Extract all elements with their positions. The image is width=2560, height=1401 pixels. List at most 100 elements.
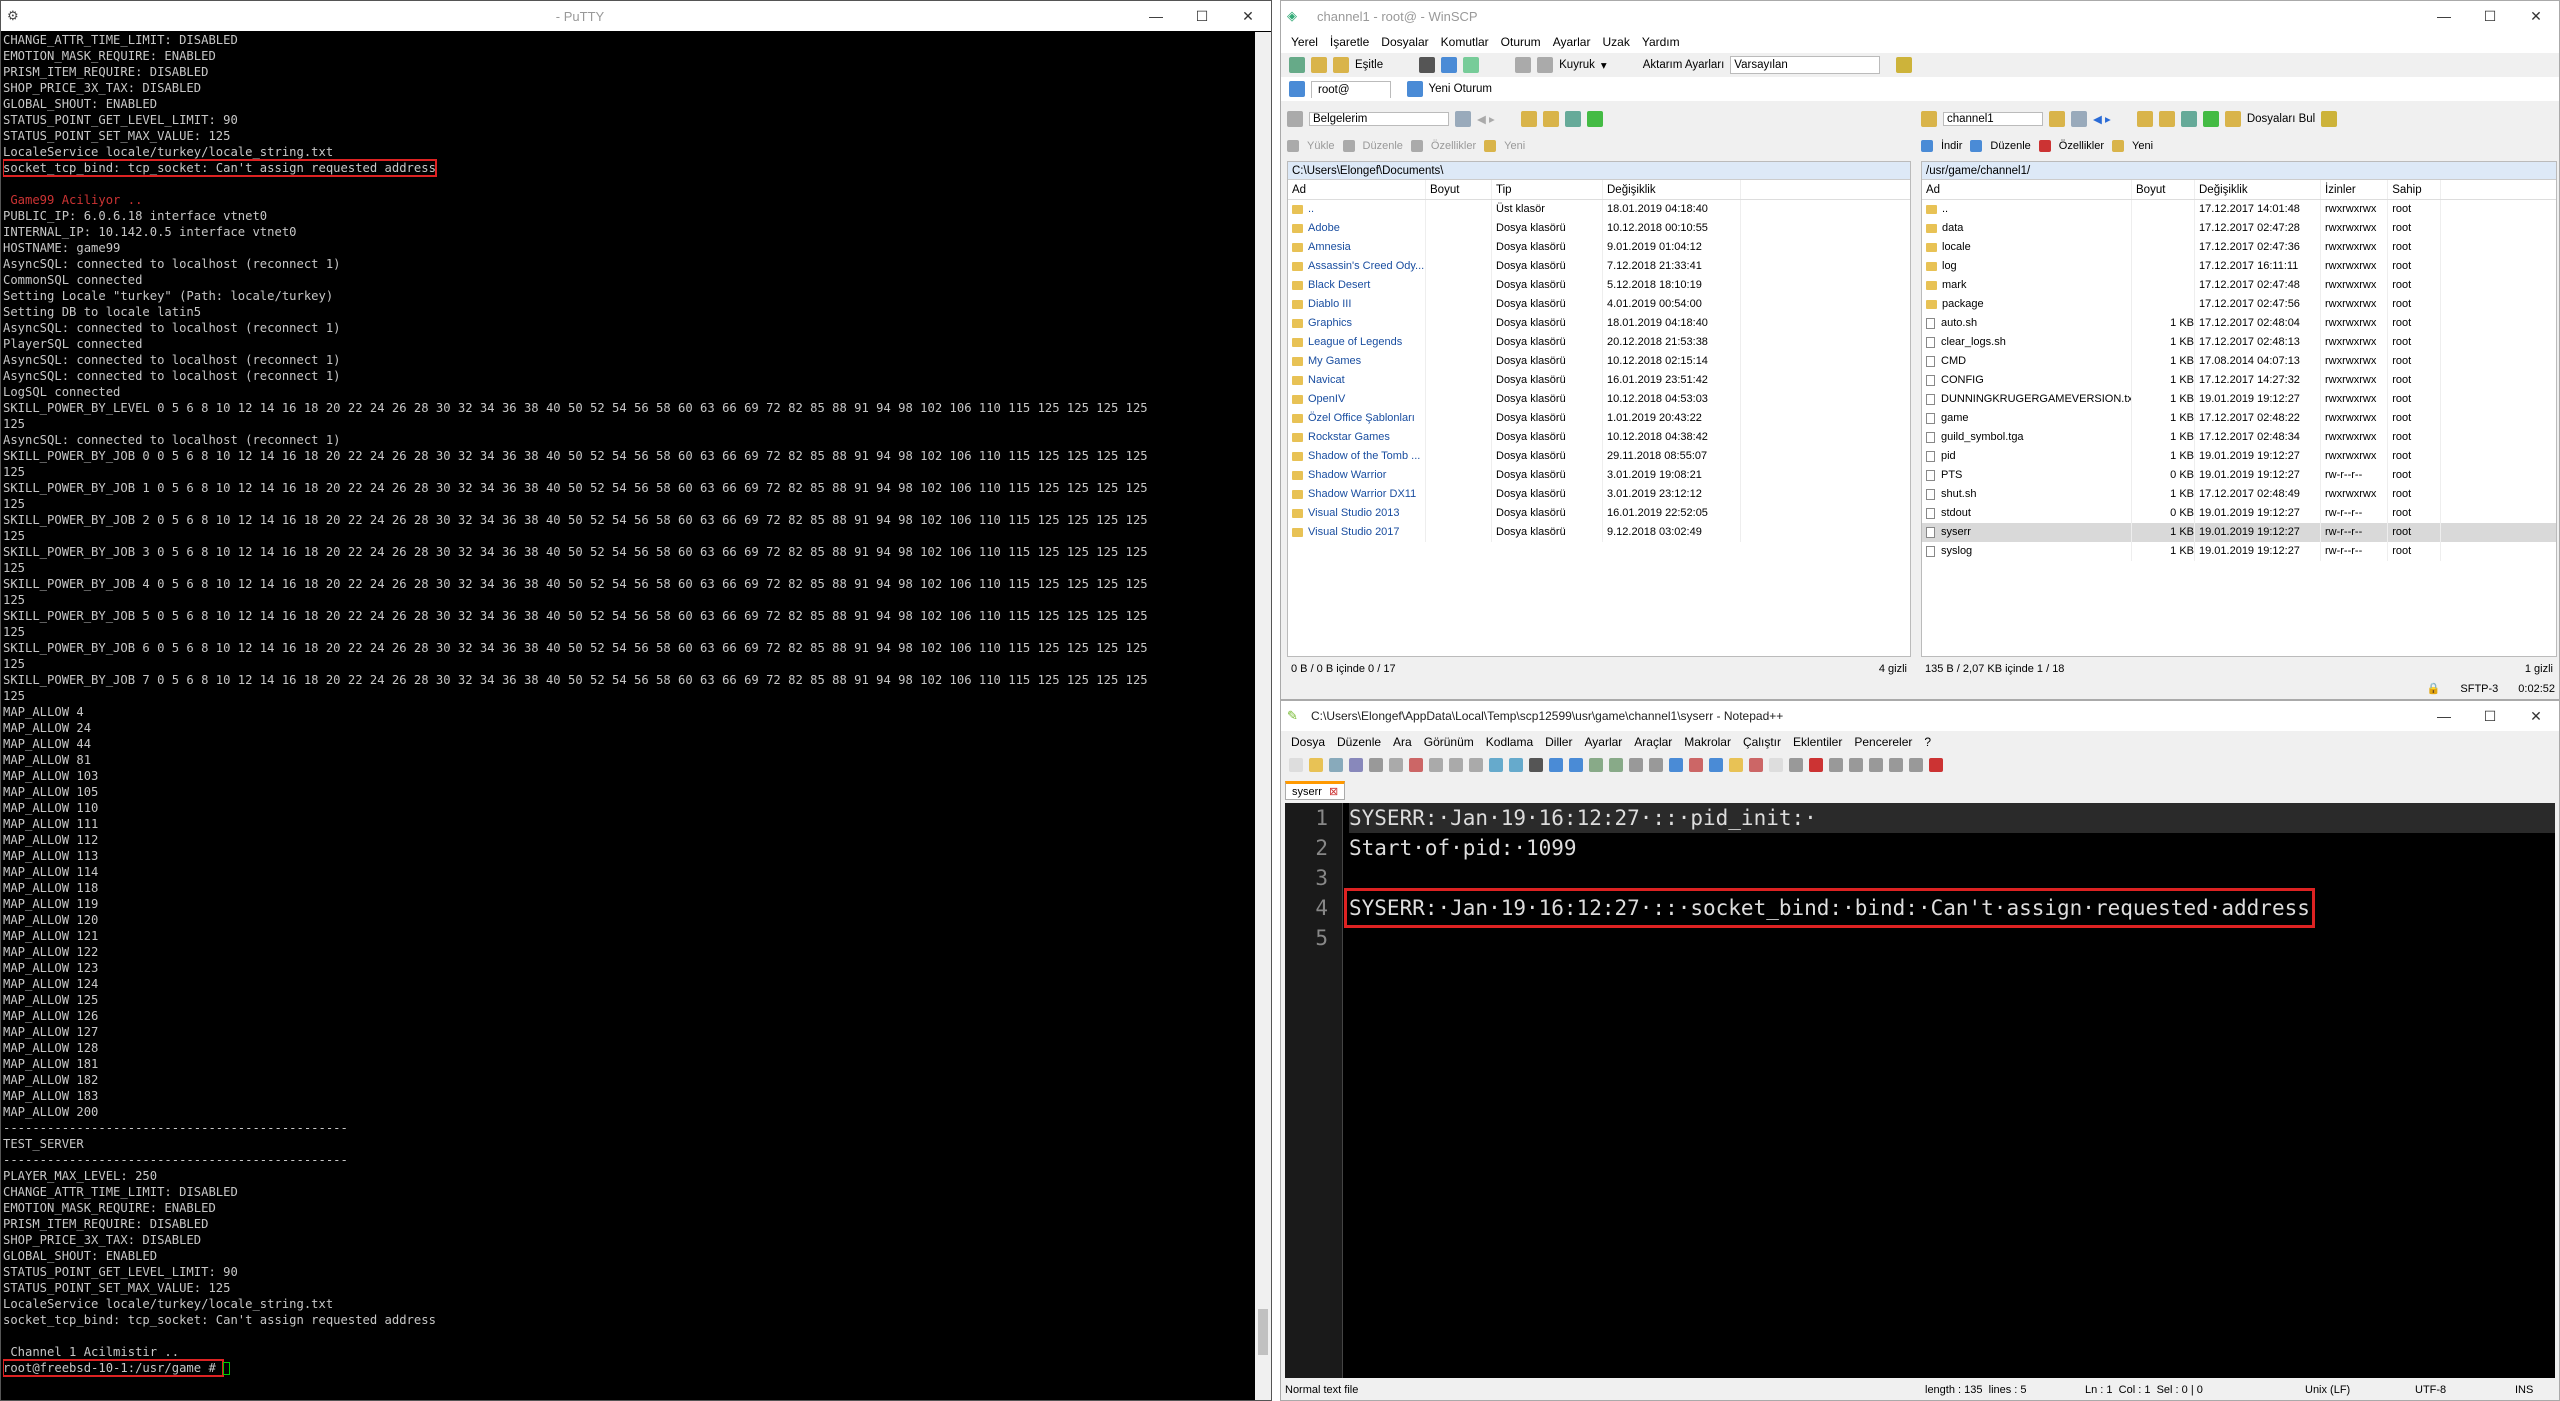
right-file-list[interactable]: .. 17.12.2017 14:01:48 rwxrwxrwx root data 17… — [1922, 200, 2556, 561]
filter-icon[interactable] — [1455, 111, 1471, 127]
toolbar-icon[interactable] — [1689, 758, 1703, 772]
list-item[interactable]: Graphics Dosya klasörü 18.01.2019 04:18:40 — [1288, 314, 1910, 333]
home-icon[interactable] — [1564, 111, 1581, 127]
toolbar-icon[interactable] — [1629, 758, 1643, 772]
list-item[interactable]: My Games Dosya klasörü 10.12.2018 02:15:14 — [1288, 352, 1910, 371]
list-item[interactable]: data 17.12.2017 02:47:28 rwxrwxrwx root — [1922, 219, 2556, 238]
list-item[interactable]: Özel Office Şablonları Dosya klasörü 1.01.… — [1288, 409, 1910, 428]
list-item[interactable]: Shadow of the Tomb ... Dosya klasörü 29.11… — [1288, 447, 1910, 466]
toolbar-icon[interactable] — [1729, 758, 1743, 772]
list-item[interactable]: .. Üst klasör 18.01.2019 04:18:40 — [1288, 200, 1910, 219]
putty-icon[interactable] — [1441, 57, 1458, 73]
parent-dir-icon[interactable] — [2136, 111, 2153, 127]
back-icon[interactable]: ◀ ▸ — [2093, 112, 2111, 126]
menu-item[interactable]: Kodlama — [1486, 735, 1533, 749]
left-action-0[interactable]: Yükle — [1307, 140, 1335, 152]
toolbar-icon[interactable] — [1469, 758, 1483, 772]
list-item[interactable]: Black Desert Dosya klasörü 5.12.2018 18:10… — [1288, 276, 1910, 295]
list-item[interactable]: Shadow Warrior DX11 Dosya klasörü 3.01.201… — [1288, 485, 1910, 504]
list-item[interactable]: stdout 0 KB 19.01.2019 19:12:27 rw-r--r-- ro… — [1922, 504, 2556, 523]
toolbar-icon[interactable] — [1789, 758, 1803, 772]
compare-icon[interactable] — [1333, 57, 1349, 73]
toolbar-icon[interactable] — [1829, 758, 1843, 772]
toolbar-icon[interactable] — [1369, 758, 1383, 772]
list-item[interactable]: League of Legends Dosya klasörü 20.12.2018… — [1288, 333, 1910, 352]
toolbar-icon[interactable] — [1329, 758, 1343, 772]
list-item[interactable]: Navicat Dosya klasörü 16.01.2019 23:51:42 — [1288, 371, 1910, 390]
refresh-icon[interactable] — [2202, 111, 2219, 127]
list-item[interactable]: PTS 0 KB 19.01.2019 19:12:27 rw-r--r-- root — [1922, 466, 2556, 485]
right-action-2[interactable]: Özellikler — [2059, 140, 2104, 152]
menu-item[interactable]: Ara — [1393, 735, 1412, 749]
refresh-icon[interactable] — [1586, 111, 1603, 127]
right-action-1[interactable]: Düzenle — [1990, 140, 2030, 152]
maximize-icon[interactable]: ☐ — [2467, 1, 2513, 31]
menu-item[interactable]: Dosyalar — [1381, 35, 1428, 49]
list-item[interactable]: DUNNINGKRUGERGAMEVERSION.txt 1 KB 19.01.20… — [1922, 390, 2556, 409]
toolbar-icon[interactable] — [1529, 758, 1543, 772]
toolbar-icon[interactable] — [1649, 758, 1663, 772]
tab-session[interactable]: root@ — [1311, 80, 1391, 98]
code-area[interactable]: SYSERR:·Jan·19·16:12:27·::·pid_init:· Sta… — [1344, 803, 2555, 953]
minimize-icon[interactable]: — — [2421, 701, 2467, 731]
list-item[interactable]: syserr 1 KB 19.01.2019 19:12:27 rw-r--r-- ro… — [1922, 523, 2556, 542]
gear-icon[interactable] — [1515, 57, 1532, 73]
list-item[interactable]: package 17.12.2017 02:47:56 rwxrwxrwx root — [1922, 295, 2556, 314]
column-header[interactable]: Değişiklik — [2195, 180, 2321, 199]
code-line[interactable] — [1349, 863, 2555, 893]
root-dir-icon[interactable] — [2158, 111, 2175, 127]
list-item[interactable]: Assassin's Creed Ody... Dosya klasörü 7.12… — [1288, 257, 1910, 276]
toolbar-icon[interactable] — [1889, 758, 1903, 772]
close-icon[interactable]: ✕ — [2513, 701, 2559, 731]
menu-item[interactable]: Oturum — [1501, 35, 1541, 49]
toolbar-icon[interactable] — [1389, 758, 1403, 772]
toolbar-icon[interactable] — [1569, 758, 1583, 772]
maximize-icon[interactable]: ☐ — [1179, 1, 1225, 31]
list-item[interactable]: auto.sh 1 KB 17.12.2017 02:48:04 rwxrwxrwx r… — [1922, 314, 2556, 333]
column-header[interactable]: Değişiklik — [1603, 180, 1741, 199]
toolbar-icon[interactable] — [1589, 758, 1603, 772]
toolbar-icon[interactable] — [1349, 758, 1363, 772]
toolbar-icon[interactable] — [1289, 758, 1303, 772]
menu-item[interactable]: İşaretle — [1330, 35, 1369, 49]
toolbar-icon[interactable] — [1709, 758, 1723, 772]
menu-item[interactable]: Komutlar — [1441, 35, 1489, 49]
toolbar-icon[interactable] — [1869, 758, 1883, 772]
tab-syserr[interactable]: syserr ⊠ — [1285, 780, 1346, 800]
left-action-1[interactable]: Düzenle — [1363, 140, 1403, 152]
queue-button[interactable]: Kuyruk — [1559, 59, 1595, 71]
npp-editor[interactable]: 12345 SYSERR:·Jan·19·16:12:27·::·pid_ini… — [1285, 803, 2555, 1378]
menu-item[interactable]: Ayarlar — [1584, 735, 1622, 749]
close-icon[interactable]: ✕ — [2513, 1, 2559, 31]
toolbar-icon[interactable] — [1609, 758, 1623, 772]
toolbar-icon[interactable] — [1549, 758, 1563, 772]
list-item[interactable]: locale 17.12.2017 02:47:36 rwxrwxrwx root — [1922, 238, 2556, 257]
menu-item[interactable]: Uzak — [1602, 35, 1629, 49]
menu-item[interactable]: Düzenle — [1337, 735, 1381, 749]
list-item[interactable]: log 17.12.2017 16:11:11 rwxrwxrwx root — [1922, 257, 2556, 276]
folder-icon[interactable] — [1311, 57, 1327, 73]
list-item[interactable]: Rockstar Games Dosya klasörü 10.12.2018 04… — [1288, 428, 1910, 447]
toolbar-icon[interactable] — [1449, 758, 1463, 772]
list-item[interactable]: Amnesia Dosya klasörü 9.01.2019 01:04:12 — [1288, 238, 1910, 257]
right-action-3[interactable]: Yeni — [2132, 140, 2153, 152]
right-location-select[interactable]: channel1 — [1943, 112, 2043, 126]
list-item[interactable]: Diablo III Dosya klasörü 4.01.2019 00:54:0… — [1288, 295, 1910, 314]
npp-titlebar[interactable]: ✎ C:\Users\Elongef\AppData\Local\Temp\sc… — [1281, 701, 2559, 731]
toolbar-icon[interactable] — [1309, 758, 1323, 772]
left-location-select[interactable]: Belgelerim — [1309, 112, 1449, 126]
minimize-icon[interactable]: — — [2421, 1, 2467, 31]
list-item[interactable]: shut.sh 1 KB 17.12.2017 02:48:49 rwxrwxrwx r… — [1922, 485, 2556, 504]
terminal-icon[interactable] — [1419, 57, 1436, 73]
left-action-2[interactable]: Özellikler — [1431, 140, 1476, 152]
menu-item[interactable]: Yardım — [1642, 35, 1680, 49]
column-header[interactable]: Ad — [1288, 180, 1426, 199]
list-item[interactable]: syslog 1 KB 19.01.2019 19:12:27 rw-r--r-- ro… — [1922, 542, 2556, 561]
toolbar-icon[interactable] — [1749, 758, 1763, 772]
column-header[interactable]: Tip — [1492, 180, 1603, 199]
toolbar-icon[interactable] — [1769, 758, 1783, 772]
root-dir-icon[interactable] — [1542, 111, 1559, 127]
left-action-3[interactable]: Yeni — [1504, 140, 1525, 152]
open-dir-icon[interactable] — [2049, 111, 2065, 127]
list-item[interactable]: Shadow Warrior Dosya klasörü 3.01.2019 19:… — [1288, 466, 1910, 485]
